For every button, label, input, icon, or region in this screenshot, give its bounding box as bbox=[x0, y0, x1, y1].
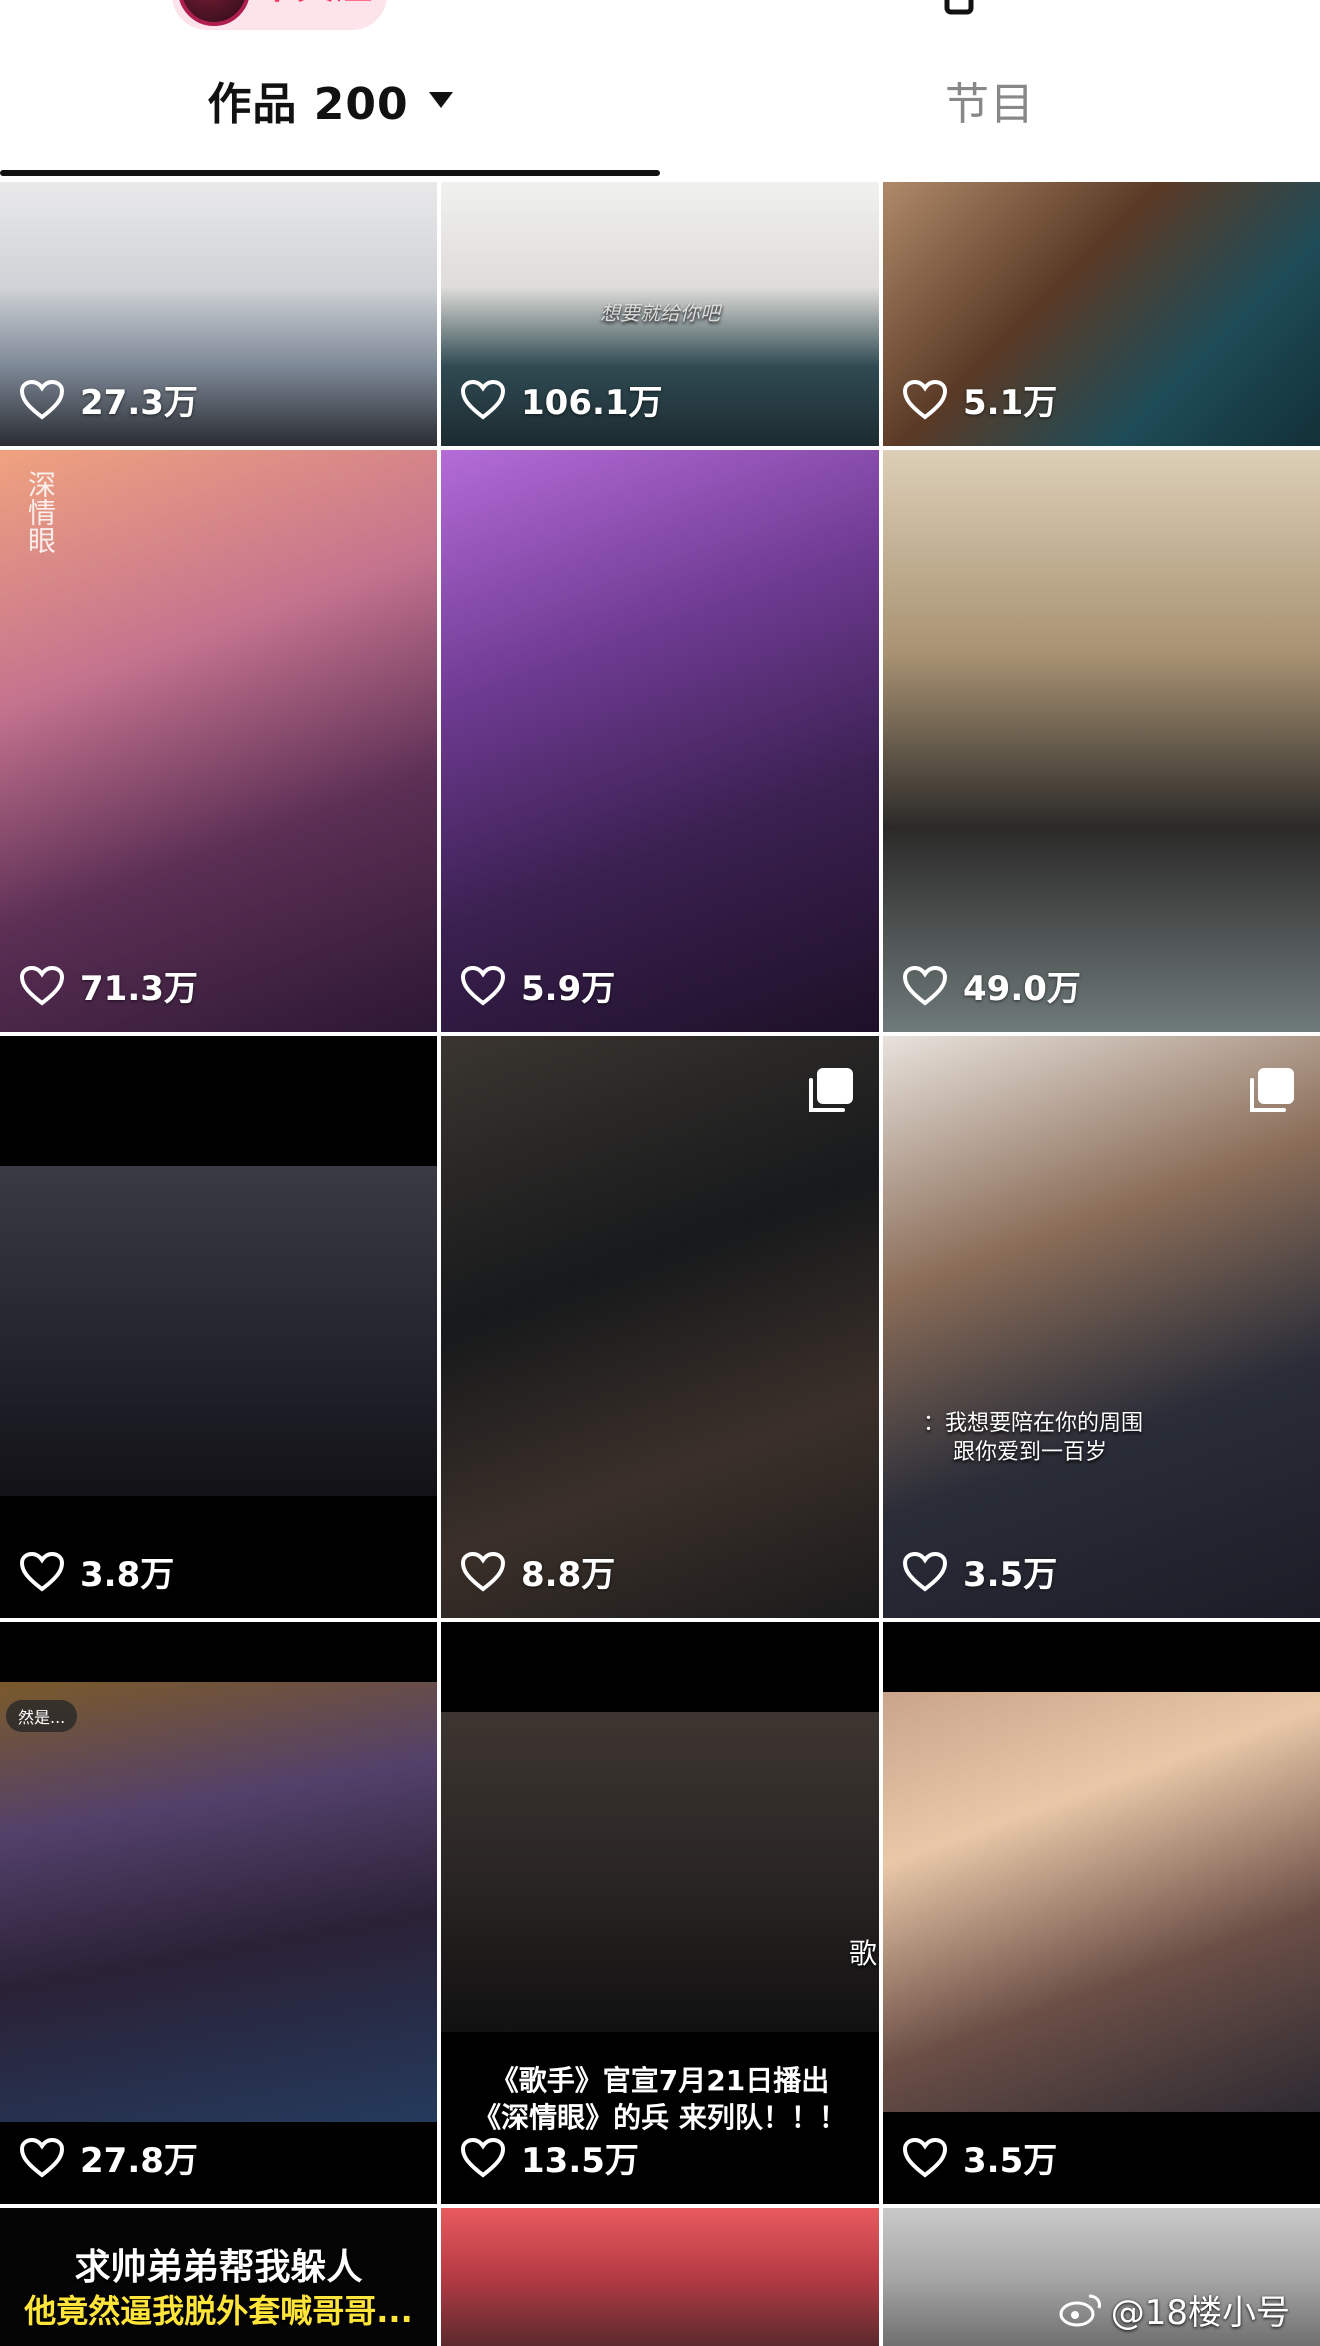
heart-icon bbox=[20, 379, 64, 420]
like-count: 5.1万 bbox=[903, 375, 1057, 424]
like-count-value: 8.8万 bbox=[521, 1555, 616, 1595]
back-arrow-icon[interactable] bbox=[62, 0, 102, 12]
video-caption-line: ：我想要陪在你的周围 bbox=[923, 1410, 1144, 1436]
heart-icon bbox=[20, 1551, 64, 1592]
heart-icon bbox=[461, 965, 505, 1006]
video-caption-line: 跟你爱到一百岁 bbox=[953, 1440, 1108, 1466]
video-caption: 求帅弟弟帮我躲人 bbox=[74, 2247, 363, 2288]
heart-icon bbox=[461, 1551, 505, 1592]
multi-image-icon bbox=[809, 1068, 853, 1112]
video-thumbnail[interactable]: 然是... 27.8万 bbox=[0, 1622, 437, 2204]
video-frame bbox=[0, 1166, 437, 1496]
like-count: 71.3万 bbox=[20, 961, 198, 1010]
like-count: 27.8万 bbox=[20, 2133, 198, 2182]
like-count-value: 27.8万 bbox=[80, 2141, 198, 2181]
multi-image-icon bbox=[1250, 1068, 1294, 1112]
follow-label: 十关注 bbox=[258, 0, 372, 9]
video-caption: 想要就给你吧 bbox=[600, 301, 720, 325]
like-count: 3.5万 bbox=[903, 1547, 1057, 1596]
like-count-value: 106.1万 bbox=[521, 383, 663, 423]
video-frame bbox=[0, 1682, 437, 2122]
video-thumbnail[interactable]: 3.5万 bbox=[883, 1622, 1320, 2204]
like-count-value: 5.9万 bbox=[521, 969, 616, 1009]
heart-icon bbox=[461, 2137, 505, 2178]
heart-icon bbox=[903, 1551, 947, 1592]
video-frame bbox=[883, 1692, 1320, 2112]
tab-works[interactable]: 作品 200 bbox=[0, 40, 660, 160]
video-thumbnail[interactable]: 5.1万 bbox=[883, 182, 1320, 446]
heart-icon bbox=[20, 965, 64, 1006]
like-count: 49.0万 bbox=[903, 961, 1081, 1010]
video-tag: 然是... bbox=[6, 1700, 78, 1732]
video-caption: 《歌手》官宣7月21日播出 bbox=[490, 2064, 830, 2097]
watermark-text: @18楼小号 bbox=[1110, 2293, 1290, 2333]
video-thumbnail[interactable]: 49.0万 bbox=[883, 450, 1320, 1032]
video-frame bbox=[441, 1712, 879, 2032]
follow-button[interactable]: 十关注 bbox=[172, 0, 387, 30]
video-caption: 他竟然逼我脱外套喊哥哥... bbox=[24, 2292, 413, 2330]
like-count-value: 13.5万 bbox=[521, 2141, 639, 2181]
heart-icon bbox=[903, 965, 947, 1006]
tab-programs[interactable]: 节目 bbox=[660, 40, 1320, 160]
avatar bbox=[178, 0, 250, 26]
drama-logo: 深情眼 bbox=[24, 470, 57, 554]
video-thumbnail[interactable]: 3.8万 bbox=[0, 1036, 437, 1618]
like-count-value: 3.5万 bbox=[963, 1555, 1058, 1595]
like-count: 27.3万 bbox=[20, 375, 198, 424]
video-thumbnail[interactable]: 5.9万 bbox=[441, 450, 879, 1032]
heart-icon bbox=[903, 2137, 947, 2178]
video-thumbnail[interactable]: @18楼小号 bbox=[883, 2208, 1320, 2346]
tab-active-indicator bbox=[0, 170, 660, 176]
like-count-value: 3.8万 bbox=[80, 1555, 175, 1595]
like-count: 5.9万 bbox=[461, 961, 615, 1010]
video-side-text: 歌 bbox=[848, 1937, 877, 1970]
video-thumbnail[interactable]: 深情眼 71.3万 bbox=[0, 450, 437, 1032]
tab-programs-label: 节目 bbox=[945, 79, 1035, 130]
video-grid: 27.3万 想要就给你吧 106.1万 5.1万 深情眼 71.3万 5.9万 … bbox=[0, 182, 1320, 2346]
weibo-logo-icon bbox=[1059, 2294, 1101, 2326]
search-icon[interactable] bbox=[1068, 0, 1128, 16]
like-count-value: 71.3万 bbox=[80, 969, 198, 1009]
video-thumbnail[interactable]: ：我想要陪在你的周围 跟你爱到一百岁 3.5万 bbox=[883, 1036, 1320, 1618]
video-thumbnail[interactable]: 27.3万 bbox=[0, 182, 437, 446]
like-count: 3.8万 bbox=[20, 1547, 174, 1596]
like-count: 13.5万 bbox=[461, 2133, 639, 2182]
video-caption: 《深情眼》的兵 来列队！！！ bbox=[473, 2101, 847, 2134]
video-thumbnail[interactable]: 求帅弟弟帮我躲人 他竟然逼我脱外套喊哥哥... bbox=[0, 2208, 437, 2346]
heart-icon bbox=[461, 379, 505, 420]
like-count: 106.1万 bbox=[461, 375, 663, 424]
video-thumbnail[interactable] bbox=[441, 2208, 879, 2346]
video-thumbnail[interactable]: 想要就给你吧 106.1万 bbox=[441, 182, 879, 446]
caret-down-icon[interactable] bbox=[428, 92, 453, 108]
share-icon[interactable] bbox=[944, 0, 974, 16]
tab-works-label: 作品 200 bbox=[207, 79, 409, 130]
like-count-value: 27.3万 bbox=[80, 383, 198, 423]
content-tabs: 作品 200 节目 bbox=[0, 40, 1320, 180]
like-count: 3.5万 bbox=[903, 2133, 1057, 2182]
watermark: @18楼小号 bbox=[1059, 2285, 1290, 2334]
like-count-value: 49.0万 bbox=[963, 969, 1081, 1009]
like-count: 8.8万 bbox=[461, 1547, 615, 1596]
heart-icon bbox=[20, 2137, 64, 2178]
video-thumbnail[interactable]: 歌 《歌手》官宣7月21日播出 《深情眼》的兵 来列队！！！ 13.5万 bbox=[441, 1622, 879, 2204]
top-nav-bar: 十关注 bbox=[0, 0, 1320, 30]
like-count-value: 5.1万 bbox=[963, 383, 1058, 423]
heart-icon bbox=[903, 379, 947, 420]
like-count-value: 3.5万 bbox=[963, 2141, 1058, 2181]
video-caption: ：我想要陪在你的周围 跟你爱到一百岁 bbox=[923, 1409, 1223, 1468]
video-thumbnail[interactable]: 8.8万 bbox=[441, 1036, 879, 1618]
